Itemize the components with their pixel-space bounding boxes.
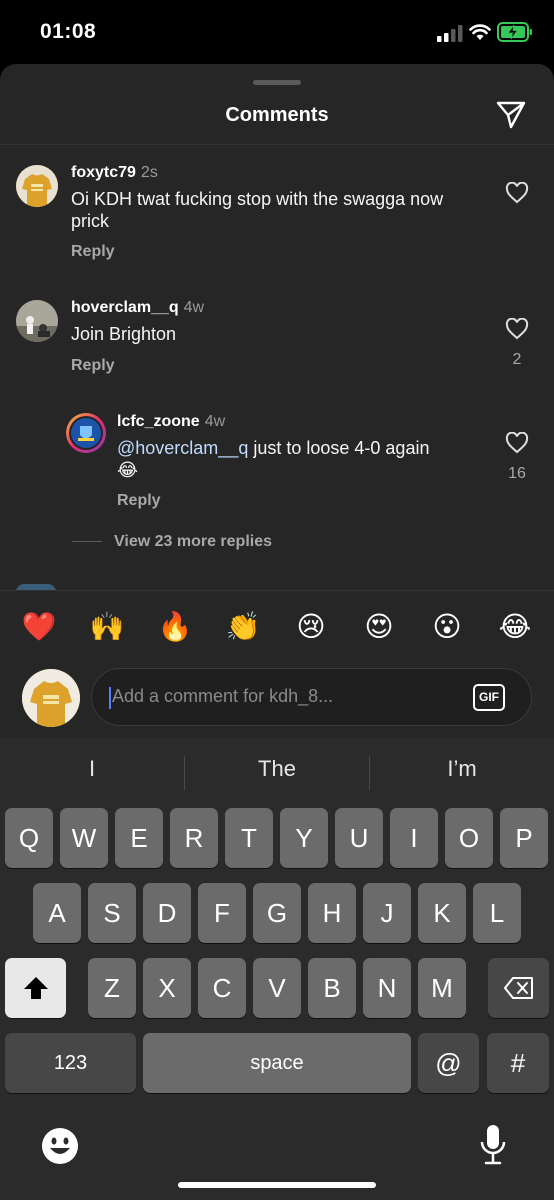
reply-button[interactable]: Reply (117, 492, 161, 510)
mention-link[interactable]: @hoverclam__q (117, 438, 248, 458)
key-t[interactable]: T (225, 808, 273, 868)
key-l[interactable]: L (473, 883, 521, 943)
key-q[interactable]: Q (5, 808, 53, 868)
club-crest-avatar-image (71, 418, 101, 448)
view-more-replies-button[interactable]: View 23 more replies (72, 533, 272, 551)
key-p[interactable]: P (500, 808, 548, 868)
emoji-heart-button[interactable]: ❤️ (19, 609, 59, 645)
view-more-line (72, 541, 102, 543)
like-count: 16 (508, 465, 526, 482)
backspace-key[interactable] (488, 958, 549, 1018)
laughing-emoji: 😂 (117, 460, 139, 480)
backspace-icon (503, 977, 533, 999)
key-n[interactable]: N (363, 958, 411, 1018)
key-s[interactable]: S (88, 883, 136, 943)
suggestion-2[interactable]: The (185, 756, 369, 782)
avatar[interactable] (66, 413, 106, 453)
battery-charging-icon (497, 22, 532, 42)
comment-input-placeholder: Add a comment for kdh_8... (112, 686, 334, 706)
current-user-avatar (22, 669, 80, 727)
status-bar: 01:08 (0, 0, 554, 64)
key-b[interactable]: B (308, 958, 356, 1018)
key-x[interactable]: X (143, 958, 191, 1018)
reply-comment-item: lcfc_zoone 4w @hoverclam__q just to loose… (0, 64, 554, 524)
key-m[interactable]: M (418, 958, 466, 1018)
gif-button[interactable]: GIF (473, 684, 505, 711)
key-k[interactable]: K (418, 883, 466, 943)
emoji-keyboard-icon[interactable] (40, 1126, 80, 1166)
status-time: 01:08 (40, 20, 97, 43)
key-e[interactable]: E (115, 808, 163, 868)
microphone-icon[interactable] (480, 1124, 506, 1166)
numbers-key[interactable]: 123 (5, 1033, 136, 1093)
hash-key[interactable]: # (487, 1033, 549, 1093)
text-caret (109, 687, 111, 709)
emoji-heart-eyes-button[interactable]: 😍 (359, 609, 399, 645)
wifi-icon (469, 24, 491, 40)
key-c[interactable]: C (198, 958, 246, 1018)
cellular-signal-icon (437, 25, 463, 42)
comment-username[interactable]: lcfc_zoone (117, 413, 200, 430)
key-g[interactable]: G (253, 883, 301, 943)
key-a[interactable]: A (33, 883, 81, 943)
comment-time: 4w (204, 413, 226, 430)
key-v[interactable]: V (253, 958, 301, 1018)
at-key[interactable]: @ (418, 1033, 479, 1093)
key-u[interactable]: U (335, 808, 383, 868)
quick-reaction-bar: ❤️ 🙌 🔥 👏 😢 😍 😮 😂 Add a comment for kdh_8… (0, 590, 554, 738)
shift-arrow-icon (23, 977, 48, 999)
space-key[interactable]: space (143, 1033, 411, 1093)
suggestion-3[interactable]: I’m (370, 756, 554, 782)
comment-text-part: just to loose 4-0 again (248, 438, 430, 458)
view-more-label: View 23 more replies (114, 533, 273, 550)
emoji-clap-button[interactable]: 👏 (223, 609, 263, 645)
key-z[interactable]: Z (88, 958, 136, 1018)
key-d[interactable]: D (143, 883, 191, 943)
key-i[interactable]: I (390, 808, 438, 868)
shift-key[interactable] (5, 958, 66, 1018)
emoji-laughing-button[interactable]: 😂 (495, 609, 535, 645)
key-w[interactable]: W (60, 808, 108, 868)
key-r[interactable]: R (170, 808, 218, 868)
key-j[interactable]: J (363, 883, 411, 943)
key-f[interactable]: F (198, 883, 246, 943)
emoji-surprised-button[interactable]: 😮 (427, 609, 467, 645)
home-indicator[interactable] (178, 1182, 376, 1188)
key-h[interactable]: H (308, 883, 356, 943)
heart-icon[interactable] (505, 432, 529, 454)
emoji-fire-button[interactable]: 🔥 (155, 609, 195, 645)
suggestion-1[interactable]: I (0, 756, 184, 782)
emoji-crying-button[interactable]: 😢 (291, 609, 331, 645)
onscreen-keyboard: I The I’m Q W E R T Y U I O P A S D F G … (0, 738, 554, 1200)
jersey-avatar-image (22, 669, 80, 727)
key-o[interactable]: O (445, 808, 493, 868)
key-y[interactable]: Y (280, 808, 328, 868)
emoji-raised-hands-button[interactable]: 🙌 (87, 609, 127, 645)
comment-input[interactable]: Add a comment for kdh_8... GIF (91, 668, 532, 726)
comment-header: lcfc_zoone 4w (117, 413, 225, 431)
comment-text: @hoverclam__q just to loose 4-0 again 😂 (117, 437, 487, 481)
